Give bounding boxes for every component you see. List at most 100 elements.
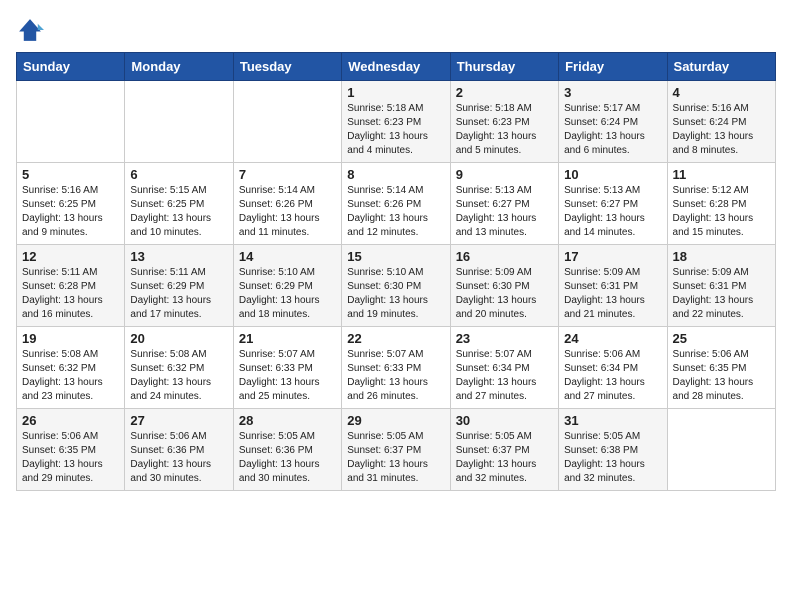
calendar-cell [233,81,341,163]
day-info: Sunrise: 5:16 AM Sunset: 6:24 PM Dayligh… [673,102,770,158]
day-info: Sunrise: 5:14 AM Sunset: 6:26 PM Dayligh… [347,184,444,240]
day-number: 1 [347,85,444,100]
calendar-cell: 26Sunrise: 5:06 AM Sunset: 6:35 PM Dayli… [17,409,125,491]
week-row-1: 1 Sunrise: 5:18 AM Sunset: 6:23 PM Daylig… [17,81,776,163]
day-number: 4 [673,85,770,100]
day-number: 2 [456,85,553,100]
day-info: Sunrise: 5:09 AM Sunset: 6:30 PM Dayligh… [456,266,553,322]
calendar-cell [667,409,775,491]
day-info: Sunrise: 5:07 AM Sunset: 6:34 PM Dayligh… [456,348,553,404]
day-info: Sunrise: 5:11 AM Sunset: 6:29 PM Dayligh… [130,266,227,322]
day-number: 31 [564,413,661,428]
calendar-cell: 28 Sunrise: 5:05 AM Sunset: 6:36 PM Dayli… [233,409,341,491]
day-number: 28 [239,413,336,428]
day-info: Sunrise: 5:08 AM Sunset: 6:32 PM Dayligh… [130,348,227,404]
day-info: Sunrise: 5:07 AM Sunset: 6:33 PM Dayligh… [347,348,444,404]
calendar-cell: 23 Sunrise: 5:07 AM Sunset: 6:34 PM Dayli… [450,327,558,409]
calendar-cell: 5 Sunrise: 5:16 AM Sunset: 6:25 PM Daylig… [17,163,125,245]
calendar-cell: 10 Sunrise: 5:13 AM Sunset: 6:27 PM Dayli… [559,163,667,245]
day-number: 3 [564,85,661,100]
calendar-cell: 25 Sunrise: 5:06 AM Sunset: 6:35 PM Dayli… [667,327,775,409]
day-number: 25 [673,331,770,346]
day-info: Sunrise: 5:17 AM Sunset: 6:24 PM Dayligh… [564,102,661,158]
day-number: 23 [456,331,553,346]
week-row-5: 26Sunrise: 5:06 AM Sunset: 6:35 PM Dayli… [17,409,776,491]
calendar-cell: 22 Sunrise: 5:07 AM Sunset: 6:33 PM Dayli… [342,327,450,409]
day-info: Sunrise: 5:18 AM Sunset: 6:23 PM Dayligh… [456,102,553,158]
day-number: 8 [347,167,444,182]
calendar-cell: 29 Sunrise: 5:05 AM Sunset: 6:37 PM Dayli… [342,409,450,491]
header-friday: Friday [559,53,667,81]
calendar-cell: 27Sunrise: 5:06 AM Sunset: 6:36 PM Dayli… [125,409,233,491]
logo [16,16,48,44]
day-number: 14 [239,249,336,264]
day-info: Sunrise: 5:13 AM Sunset: 6:27 PM Dayligh… [456,184,553,240]
day-info: Sunrise: 5:12 AM Sunset: 6:28 PM Dayligh… [673,184,770,240]
calendar-table: SundayMondayTuesdayWednesdayThursdayFrid… [16,52,776,491]
calendar-cell: 12 Sunrise: 5:11 AM Sunset: 6:28 PM Dayli… [17,245,125,327]
week-row-3: 12 Sunrise: 5:11 AM Sunset: 6:28 PM Dayli… [17,245,776,327]
day-info: Sunrise: 5:05 AM Sunset: 6:37 PM Dayligh… [347,430,444,486]
day-number: 30 [456,413,553,428]
header-monday: Monday [125,53,233,81]
day-info: Sunrise: 5:11 AM Sunset: 6:28 PM Dayligh… [22,266,119,322]
day-number: 16 [456,249,553,264]
calendar-cell: 14Sunrise: 5:10 AM Sunset: 6:29 PM Dayli… [233,245,341,327]
day-info: Sunrise: 5:05 AM Sunset: 6:37 PM Dayligh… [456,430,553,486]
calendar-cell: 20 Sunrise: 5:08 AM Sunset: 6:32 PM Dayli… [125,327,233,409]
day-number: 21 [239,331,336,346]
day-number: 22 [347,331,444,346]
day-info: Sunrise: 5:05 AM Sunset: 6:36 PM Dayligh… [239,430,336,486]
day-info: Sunrise: 5:18 AM Sunset: 6:23 PM Dayligh… [347,102,444,158]
header-saturday: Saturday [667,53,775,81]
calendar-cell: 9 Sunrise: 5:13 AM Sunset: 6:27 PM Daylig… [450,163,558,245]
calendar-cell: 21 Sunrise: 5:07 AM Sunset: 6:33 PM Dayli… [233,327,341,409]
week-row-2: 5 Sunrise: 5:16 AM Sunset: 6:25 PM Daylig… [17,163,776,245]
day-number: 20 [130,331,227,346]
calendar-cell: 11Sunrise: 5:12 AM Sunset: 6:28 PM Dayli… [667,163,775,245]
calendar-cell [125,81,233,163]
day-number: 19 [22,331,119,346]
calendar-cell: 31 Sunrise: 5:05 AM Sunset: 6:38 PM Dayli… [559,409,667,491]
calendar-cell: 17Sunrise: 5:09 AM Sunset: 6:31 PM Dayli… [559,245,667,327]
day-number: 10 [564,167,661,182]
header-wednesday: Wednesday [342,53,450,81]
day-info: Sunrise: 5:09 AM Sunset: 6:31 PM Dayligh… [564,266,661,322]
day-number: 12 [22,249,119,264]
day-info: Sunrise: 5:05 AM Sunset: 6:38 PM Dayligh… [564,430,661,486]
day-number: 15 [347,249,444,264]
day-info: Sunrise: 5:07 AM Sunset: 6:33 PM Dayligh… [239,348,336,404]
day-number: 27 [130,413,227,428]
header-sunday: Sunday [17,53,125,81]
day-info: Sunrise: 5:13 AM Sunset: 6:27 PM Dayligh… [564,184,661,240]
day-number: 9 [456,167,553,182]
day-number: 24 [564,331,661,346]
day-info: Sunrise: 5:16 AM Sunset: 6:25 PM Dayligh… [22,184,119,240]
day-info: Sunrise: 5:14 AM Sunset: 6:26 PM Dayligh… [239,184,336,240]
calendar-cell [17,81,125,163]
day-info: Sunrise: 5:15 AM Sunset: 6:25 PM Dayligh… [130,184,227,240]
day-info: Sunrise: 5:06 AM Sunset: 6:35 PM Dayligh… [673,348,770,404]
calendar-cell: 2 Sunrise: 5:18 AM Sunset: 6:23 PM Daylig… [450,81,558,163]
day-number: 13 [130,249,227,264]
calendar-cell: 8 Sunrise: 5:14 AM Sunset: 6:26 PM Daylig… [342,163,450,245]
calendar-cell: 18 Sunrise: 5:09 AM Sunset: 6:31 PM Dayli… [667,245,775,327]
day-number: 5 [22,167,119,182]
calendar-cell: 16 Sunrise: 5:09 AM Sunset: 6:30 PM Dayli… [450,245,558,327]
day-info: Sunrise: 5:06 AM Sunset: 6:34 PM Dayligh… [564,348,661,404]
calendar-cell: 30 Sunrise: 5:05 AM Sunset: 6:37 PM Dayli… [450,409,558,491]
day-number: 18 [673,249,770,264]
calendar-cell: 15Sunrise: 5:10 AM Sunset: 6:30 PM Dayli… [342,245,450,327]
calendar-cell: 7 Sunrise: 5:14 AM Sunset: 6:26 PM Daylig… [233,163,341,245]
calendar-cell: 1 Sunrise: 5:18 AM Sunset: 6:23 PM Daylig… [342,81,450,163]
day-info: Sunrise: 5:06 AM Sunset: 6:35 PM Dayligh… [22,430,119,486]
day-number: 29 [347,413,444,428]
day-number: 7 [239,167,336,182]
calendar-cell: 24 Sunrise: 5:06 AM Sunset: 6:34 PM Dayli… [559,327,667,409]
logo-icon [16,16,44,44]
day-number: 6 [130,167,227,182]
page-header [16,16,776,44]
calendar-cell: 19Sunrise: 5:08 AM Sunset: 6:32 PM Dayli… [17,327,125,409]
day-info: Sunrise: 5:09 AM Sunset: 6:31 PM Dayligh… [673,266,770,322]
calendar-header-row: SundayMondayTuesdayWednesdayThursdayFrid… [17,53,776,81]
